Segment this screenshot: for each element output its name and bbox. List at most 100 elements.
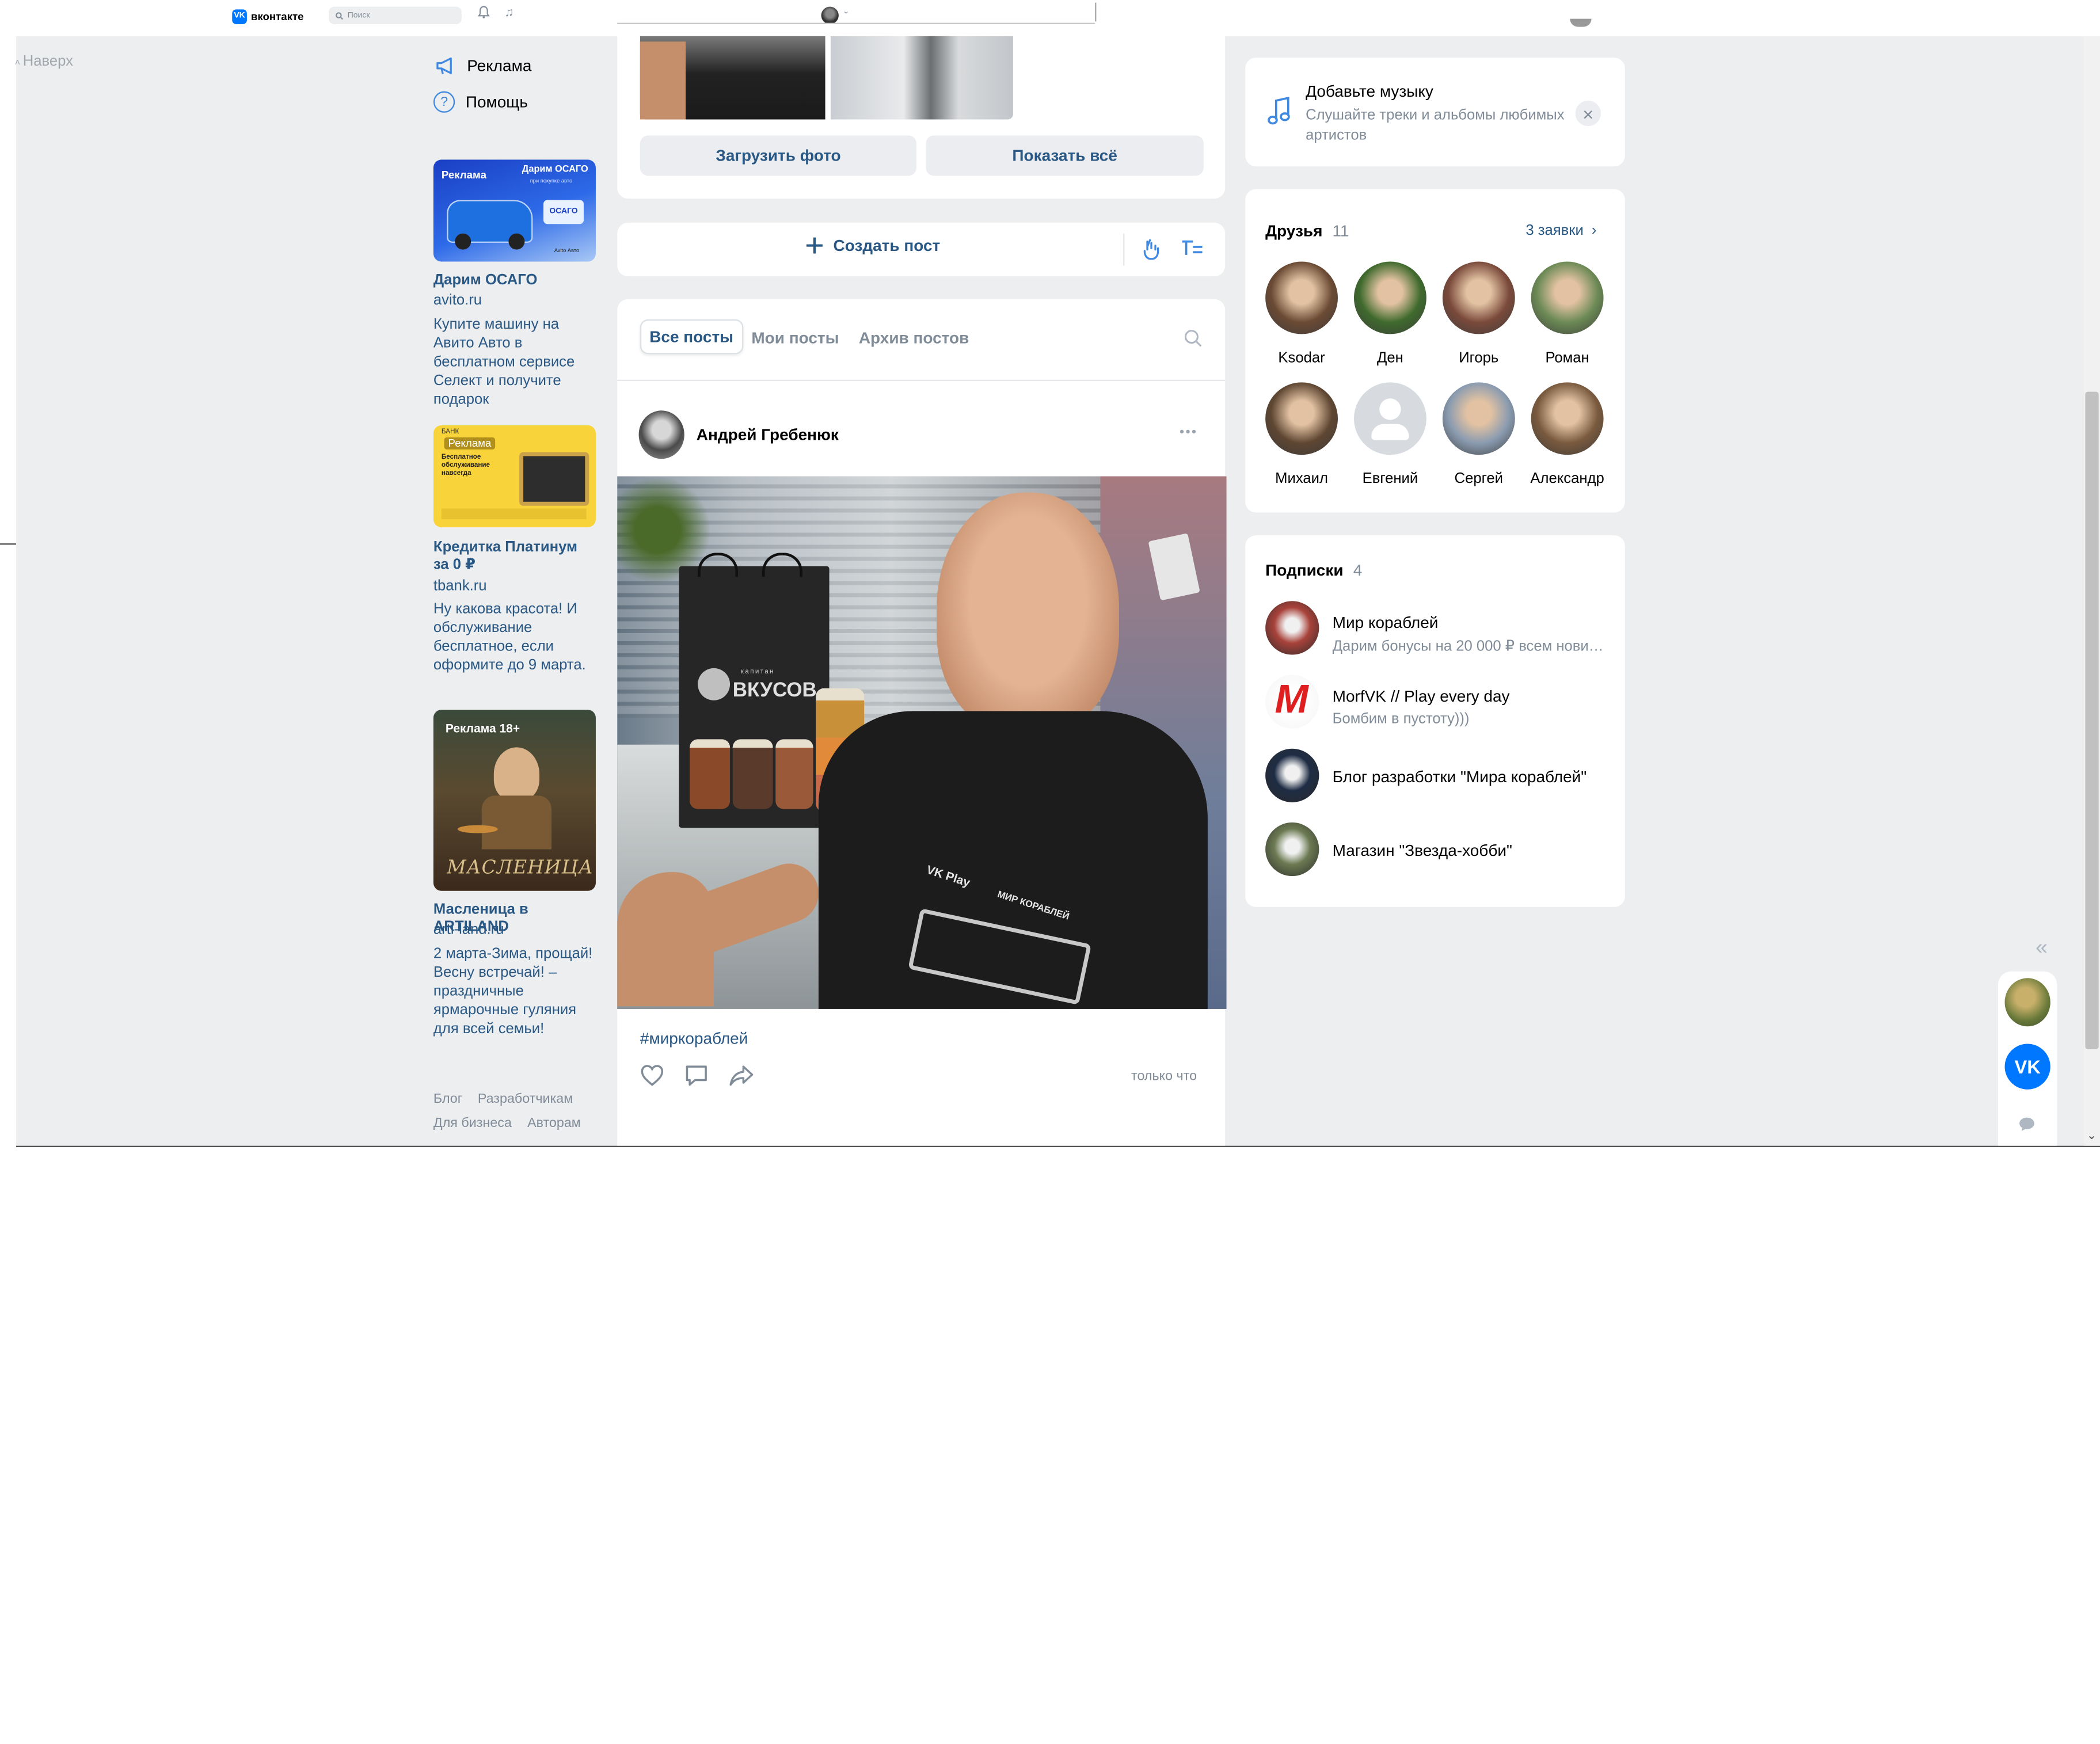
divider: [1123, 233, 1125, 266]
sort-filter-icon[interactable]: [1181, 239, 1204, 264]
friend-requests-link[interactable]: 3 заявки ›: [1525, 223, 1596, 239]
post-timestamp: только что: [1131, 1069, 1197, 1084]
ad-banner-tbank[interactable]: БАНК Реклама Бесплатное обслуживание нав…: [433, 425, 596, 528]
close-icon[interactable]: ×: [1575, 100, 1601, 127]
nav-item-ads[interactable]: Реклама: [433, 54, 531, 77]
ad-description[interactable]: 2 марта-Зима, прощай! Весну встречай! – …: [433, 945, 596, 1038]
community-avatar[interactable]: [1265, 822, 1319, 877]
share-icon[interactable]: [729, 1064, 754, 1093]
community-logo: M: [1275, 677, 1308, 722]
friend-name[interactable]: Александр: [1523, 471, 1612, 487]
community-avatar[interactable]: [1265, 748, 1319, 802]
friend-name[interactable]: Роман: [1523, 350, 1612, 366]
vk-logo-icon[interactable]: VK: [2004, 1044, 2050, 1090]
friend-name[interactable]: Ksodar: [1257, 350, 1346, 366]
post-hashtag[interactable]: #миркораблей: [640, 1029, 748, 1048]
friend-avatar[interactable]: [1353, 261, 1426, 334]
community-name[interactable]: Блог разработки "Мира кораблей": [1333, 767, 1587, 786]
music-note-icon[interactable]: ♫: [504, 5, 513, 18]
create-post-button[interactable]: Создать пост: [805, 236, 940, 255]
community-avatar[interactable]: [1265, 601, 1319, 655]
friend-avatar[interactable]: [1531, 382, 1604, 455]
friends-title[interactable]: Друзья 11: [1265, 222, 1349, 241]
friend-requests-label: 3 заявки: [1525, 222, 1584, 239]
collapse-icon[interactable]: «: [2036, 936, 2048, 961]
tab-archive[interactable]: Архив постов: [859, 329, 969, 348]
friends-title-label: Друзья: [1265, 221, 1323, 241]
search-icon: [336, 12, 344, 20]
friend-avatar[interactable]: [1265, 261, 1338, 334]
nav-item-label: Реклама: [467, 55, 532, 75]
photo-thumbnail[interactable]: [830, 36, 1013, 120]
ad-description[interactable]: Купите машину на Авито Авто в бесплатном…: [433, 315, 596, 409]
search-input[interactable]: Поиск: [329, 6, 462, 24]
ad-title[interactable]: Кредитка Платинум за 0 ₽: [433, 539, 596, 574]
chat-bubble-icon[interactable]: [2018, 1115, 2036, 1139]
scrollbar-thumb[interactable]: [2085, 391, 2099, 1049]
avatar[interactable]: [2004, 978, 2050, 1027]
community-description: Дарим бонусы на 20 000 ₽ всем новичкам: [1332, 638, 1608, 655]
search-icon[interactable]: [1184, 329, 1203, 354]
photo-thumbnail[interactable]: [640, 36, 825, 120]
ad-banner-osago[interactable]: Реклама Дарим ОСАГО при покупке авто ОСА…: [433, 159, 596, 262]
vk-logo[interactable]: VK вконтакте: [232, 7, 303, 26]
ad-title[interactable]: Дарим ОСАГО: [433, 272, 596, 290]
ad-domain[interactable]: avito.ru: [433, 292, 482, 309]
card-illustration: [519, 452, 589, 506]
hand-gesture-icon[interactable]: [1142, 238, 1161, 267]
friend-avatar[interactable]: [1442, 261, 1515, 334]
bag-logo: [698, 668, 731, 700]
footer-link-business[interactable]: Для бизнеса: [433, 1116, 512, 1131]
show-all-button[interactable]: Показать всё: [926, 135, 1204, 176]
tab-all-posts[interactable]: Все посты: [640, 319, 743, 355]
shirt-print: [720, 72, 789, 102]
nav-item-label: Помощь: [465, 92, 528, 112]
comment-icon[interactable]: [684, 1064, 709, 1093]
user-placeholder-body: [1371, 424, 1409, 440]
scroll-down-icon[interactable]: ⌄: [2087, 1128, 2097, 1143]
chevron-up-icon: ˄: [14, 59, 23, 68]
community-name[interactable]: MorfVK // Play every day: [1333, 687, 1510, 706]
friend-name[interactable]: Михаил: [1257, 471, 1346, 487]
friend-avatar[interactable]: [1353, 382, 1426, 455]
ad-banner-brand: Avito Авто: [554, 246, 580, 254]
chevron-down-icon[interactable]: ⌄: [843, 7, 850, 16]
subscriptions-title[interactable]: Подписки 4: [1265, 561, 1362, 580]
bell-icon[interactable]: [477, 5, 490, 21]
divider: [16, 1145, 2100, 1148]
woman-dress: [481, 795, 552, 850]
like-icon[interactable]: [640, 1064, 664, 1093]
friend-avatar[interactable]: [1442, 382, 1515, 455]
back-to-top-link[interactable]: ˄ Наверх: [15, 54, 73, 70]
avatar[interactable]: [638, 410, 684, 459]
ad-domain[interactable]: arti-land.ru: [433, 921, 504, 938]
shirt-text-mir: МИР КОРАБЛЕЙ: [996, 890, 1070, 923]
post-photo[interactable]: капитан ВКУСОВ VK Play МИР КОРАБЛЕЙ: [617, 476, 1227, 1009]
music-title: Добавьте музыку: [1306, 82, 1433, 101]
chevron-right-icon: ›: [1591, 222, 1597, 239]
ad-banner-artiland[interactable]: Реклама 18+ МАСЛЕНИЦА: [433, 710, 596, 891]
community-name[interactable]: Мир кораблей: [1333, 613, 1439, 632]
ad-domain[interactable]: tbank.ru: [433, 578, 487, 595]
post-author[interactable]: Андрей Гребенюк: [697, 425, 839, 444]
friend-avatar[interactable]: [1531, 261, 1604, 334]
friend-name[interactable]: Ден: [1346, 350, 1435, 366]
footer-link-authors[interactable]: Авторам: [527, 1116, 581, 1131]
profile-avatar[interactable]: [821, 6, 839, 24]
ad-description[interactable]: Ну какова красота! И обслуживание беспла…: [433, 600, 596, 675]
footer-link-blog[interactable]: Блог: [433, 1092, 462, 1107]
footer-link-developers[interactable]: Разработчикам: [478, 1092, 573, 1107]
friends-count: 11: [1332, 221, 1349, 241]
friend-name[interactable]: Игорь: [1435, 350, 1523, 366]
friend-avatar[interactable]: [1265, 382, 1338, 455]
jar: [732, 739, 773, 809]
music-note-icon: [1266, 96, 1291, 133]
friend-name[interactable]: Сергей: [1435, 471, 1523, 487]
community-description: Бомбим в пустоту))): [1332, 711, 1470, 728]
nav-item-help[interactable]: ? Помощь: [433, 91, 528, 113]
more-options-icon[interactable]: •••: [1180, 425, 1198, 440]
tab-my-posts[interactable]: Мои посты: [751, 329, 839, 348]
upload-photo-button[interactable]: Загрузить фото: [640, 135, 917, 176]
community-name[interactable]: Магазин "Звезда-хобби": [1333, 841, 1512, 860]
friend-name[interactable]: Евгений: [1346, 471, 1435, 487]
